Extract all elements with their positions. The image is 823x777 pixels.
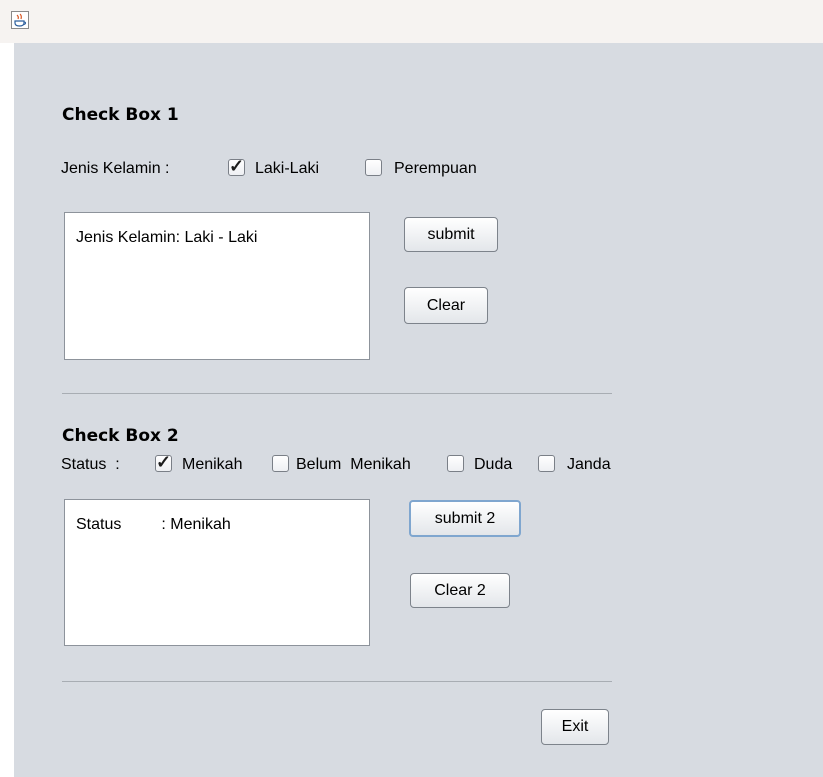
checkbox-duda-label[interactable]: Duda — [474, 456, 512, 474]
section-divider — [62, 393, 612, 394]
checkbox-laki-laki[interactable]: ✓ — [228, 156, 245, 176]
main-panel: Check Box 1 Jenis Kelamin : ✓ Laki-Laki … — [14, 43, 823, 777]
checkbox-belum-menikah-label[interactable]: Belum Menikah — [296, 456, 411, 474]
checkbox-perempuan-label[interactable]: Perempuan — [394, 160, 477, 178]
checkbox-belum-menikah[interactable] — [272, 455, 289, 472]
checkbox-janda-label[interactable]: Janda — [567, 456, 611, 474]
checkbox-menikah[interactable]: ✓ — [155, 452, 172, 472]
section2-title: Check Box 2 — [62, 426, 179, 446]
status-output-text: Status : Menikah — [76, 516, 231, 533]
checkbox-janda[interactable] — [538, 455, 555, 472]
status-label: Status : — [61, 456, 120, 473]
gender-output-text: Jenis Kelamin: Laki - Laki — [76, 229, 258, 246]
checkmark-icon: ✓ — [229, 156, 245, 176]
clear2-button[interactable]: Clear 2 — [410, 573, 510, 608]
checkbox-menikah-label[interactable]: Menikah — [182, 456, 242, 474]
section1-title: Check Box 1 — [62, 105, 179, 125]
checkbox-perempuan[interactable] — [365, 159, 382, 176]
checkmark-icon: ✓ — [156, 452, 172, 472]
clear-button[interactable]: Clear — [404, 287, 488, 324]
title-bar — [0, 0, 823, 43]
submit2-button[interactable]: submit 2 — [409, 500, 521, 537]
checkbox-laki-laki-label[interactable]: Laki-Laki — [255, 160, 319, 178]
gender-output-textarea[interactable]: Jenis Kelamin: Laki - Laki — [64, 212, 370, 360]
exit-button[interactable]: Exit — [541, 709, 609, 745]
checkbox-duda[interactable] — [447, 455, 464, 472]
submit-button[interactable]: submit — [404, 217, 498, 252]
footer-divider — [62, 681, 612, 682]
status-output-textarea[interactable]: Status : Menikah — [64, 499, 370, 646]
gender-label: Jenis Kelamin : — [61, 160, 170, 177]
java-cup-icon[interactable] — [11, 11, 29, 29]
